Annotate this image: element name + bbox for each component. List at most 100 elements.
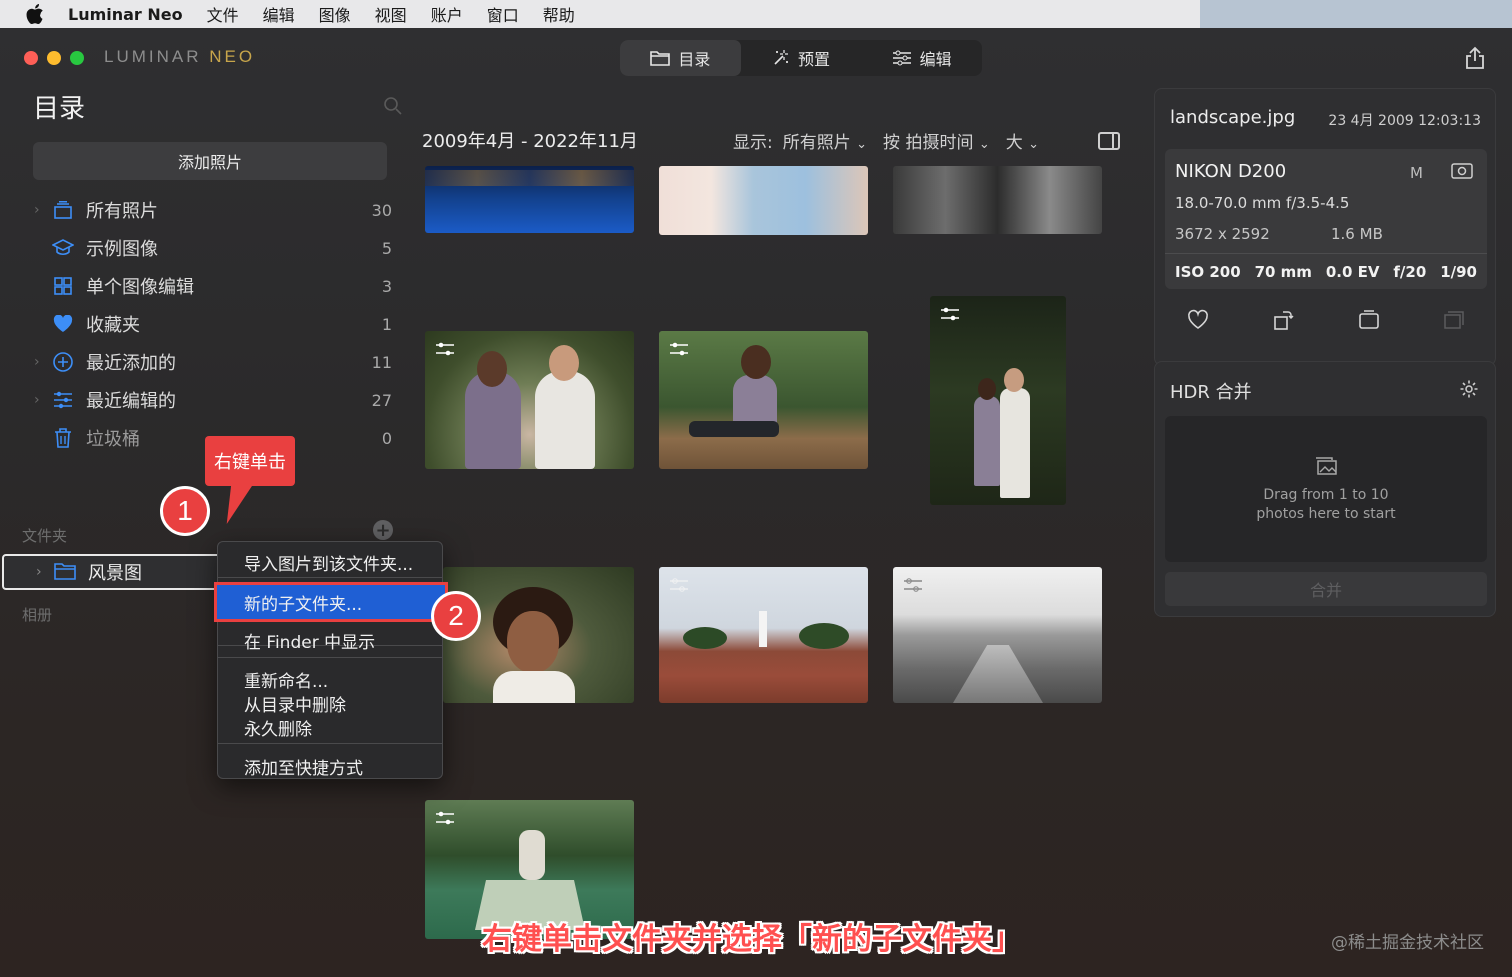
sidebar-item-count: 1: [381, 314, 392, 334]
mode-switcher: 目录 预置 编辑: [620, 40, 982, 76]
minimize-window-button[interactable]: [47, 51, 61, 65]
sidebar-item-count: 3: [381, 276, 392, 296]
photo-thumbnail[interactable]: [425, 331, 634, 469]
adjusted-icon: [670, 578, 688, 592]
camera-model: NIKON D200: [1175, 161, 1287, 182]
heart-icon: [52, 313, 74, 335]
sidebar-list: › 所有照片 30 示例图像 5 单个图像编辑 3 收藏夹 1 › 最近添加的 …: [0, 191, 412, 457]
step-badge-1: 1: [160, 486, 210, 536]
sidebar-item-label: 收藏夹: [86, 315, 140, 336]
favorite-heart-icon[interactable]: [1187, 309, 1209, 331]
hdr-drop-zone[interactable]: Drag from 1 to 10 photos here to start: [1165, 416, 1487, 562]
menu-item-show-in-finder[interactable]: 在 Finder 中显示: [244, 628, 375, 653]
tab-catalog[interactable]: 目录: [620, 40, 741, 76]
trash-icon: [52, 427, 74, 449]
sidebar-item-single-edits[interactable]: 单个图像编辑 3: [0, 267, 412, 305]
adjusted-icon: [941, 307, 959, 321]
sidebar-item-label: 最近编辑的: [86, 391, 176, 412]
menu-account[interactable]: 账户: [431, 2, 463, 26]
hdr-merge-panel: HDR 合并 Drag from 1 to 10 photos here to …: [1154, 361, 1496, 617]
menu-file[interactable]: 文件: [207, 2, 239, 26]
zoom-window-button[interactable]: [70, 51, 84, 65]
sidebar-item-all-photos[interactable]: › 所有照片 30: [0, 191, 412, 229]
flip-icon[interactable]: [1358, 309, 1380, 331]
app-menu[interactable]: Luminar Neo: [68, 5, 183, 24]
show-filter-dropdown[interactable]: 所有照片 ⌄: [783, 128, 867, 153]
merge-button[interactable]: 合并: [1165, 572, 1487, 606]
sidebar-item-recently-edited[interactable]: › 最近编辑的 27: [0, 381, 412, 419]
menu-edit[interactable]: 编辑: [263, 2, 295, 26]
sidebar-item-favorites[interactable]: 收藏夹 1: [0, 305, 412, 343]
chevron-down-icon: ⌄: [978, 137, 990, 152]
menu-window[interactable]: 窗口: [487, 2, 519, 26]
tab-presets[interactable]: 预置: [741, 40, 862, 76]
photo-thumbnail[interactable]: [425, 166, 634, 233]
hdr-title: HDR 合并: [1170, 382, 1252, 403]
rotate-icon[interactable]: [1272, 309, 1294, 331]
capture-date: 23 4月 2009 12:03:13: [1328, 113, 1481, 129]
chevron-right-icon[interactable]: ›: [34, 202, 44, 218]
menu-item-import[interactable]: 导入图片到该文件夹...: [244, 550, 413, 575]
menu-image[interactable]: 图像: [319, 2, 351, 26]
sliders-icon: [892, 50, 911, 66]
menu-item-add-shortcut[interactable]: 添加至快捷方式: [244, 754, 363, 779]
photos-stack-icon: [52, 199, 74, 221]
photo-thumbnail[interactable]: [659, 331, 868, 469]
menu-view[interactable]: 视图: [375, 2, 407, 26]
divider: [1165, 253, 1487, 254]
menu-item-new-subfolder[interactable]: 新的子文件夹...: [244, 590, 362, 615]
chevron-right-icon[interactable]: ›: [34, 354, 44, 370]
thumb-size-dropdown[interactable]: 大 ⌄: [1006, 128, 1039, 153]
menu-item-rename[interactable]: 重新命名...: [244, 667, 328, 692]
add-folder-button[interactable]: +: [373, 520, 393, 541]
close-window-button[interactable]: [24, 51, 38, 65]
sidebar-item-label: 所有照片: [86, 201, 158, 222]
chevron-down-icon: ⌄: [856, 137, 868, 152]
grid-icon: [52, 275, 74, 297]
sidebar-title: 目录: [33, 94, 86, 124]
sidebar-item-count: 11: [371, 352, 392, 372]
sidebar-item-count: 5: [381, 238, 392, 258]
photo-thumbnail[interactable]: [659, 567, 868, 703]
menu-item-delete-permanently[interactable]: 永久删除: [244, 715, 312, 740]
sliders-icon: [52, 389, 74, 411]
thumb-size-value: 大: [1005, 133, 1023, 153]
adjusted-icon: [904, 578, 922, 592]
apple-logo-icon[interactable]: [26, 4, 46, 24]
photo-thumbnail[interactable]: [893, 166, 1102, 234]
drop-hint-line1: Drag from 1 to 10: [1263, 487, 1389, 503]
app-window: LUMINAR NEO 目录 预置 编辑 目录 添加照片 › 所有照片 30 示…: [0, 28, 1512, 977]
sidebar-item-label: 单个图像编辑: [86, 277, 194, 298]
watermark: @稀土掘金技术社区: [1331, 933, 1484, 953]
tab-catalog-label: 目录: [678, 50, 711, 69]
share-icon[interactable]: [1464, 46, 1486, 70]
sidebar-item-recently-added[interactable]: › 最近添加的 11: [0, 343, 412, 381]
folder-label: 风景图: [88, 563, 142, 584]
window-controls: [24, 51, 84, 65]
gear-icon[interactable]: [1459, 379, 1479, 399]
plus-circle-icon: [52, 351, 74, 373]
folder-icon: [54, 563, 76, 580]
menu-bar: Luminar Neo 文件 编辑 图像 视图 账户 窗口 帮助: [0, 0, 1512, 28]
iso-value: ISO 200: [1175, 263, 1241, 281]
toggle-right-panel-icon[interactable]: [1098, 132, 1120, 150]
chevron-right-icon[interactable]: ›: [34, 392, 44, 408]
photo-thumbnail[interactable]: [930, 296, 1066, 505]
chevron-down-icon: ⌄: [1028, 137, 1040, 152]
photo-thumbnail[interactable]: [893, 567, 1102, 703]
adjusted-icon: [436, 342, 454, 356]
adjusted-icon: [670, 342, 688, 356]
camera-icon[interactable]: [1451, 161, 1473, 179]
menu-help[interactable]: 帮助: [543, 2, 575, 26]
photo-thumbnail[interactable]: [659, 166, 868, 235]
sidebar-item-sample-images[interactable]: 示例图像 5: [0, 229, 412, 267]
menu-item-remove-from-catalog[interactable]: 从目录中删除: [244, 691, 346, 716]
menubar-status-area: [1200, 0, 1512, 28]
add-photos-button[interactable]: 添加照片: [33, 142, 387, 180]
tab-edit-label: 编辑: [919, 50, 952, 69]
sidebar-item-label: 最近添加的: [86, 353, 176, 374]
tab-edit[interactable]: 编辑: [861, 40, 982, 76]
chevron-right-icon[interactable]: ›: [36, 564, 42, 580]
sort-dropdown[interactable]: 按 拍摄时间 ⌄: [883, 128, 990, 153]
search-icon[interactable]: [383, 96, 403, 116]
